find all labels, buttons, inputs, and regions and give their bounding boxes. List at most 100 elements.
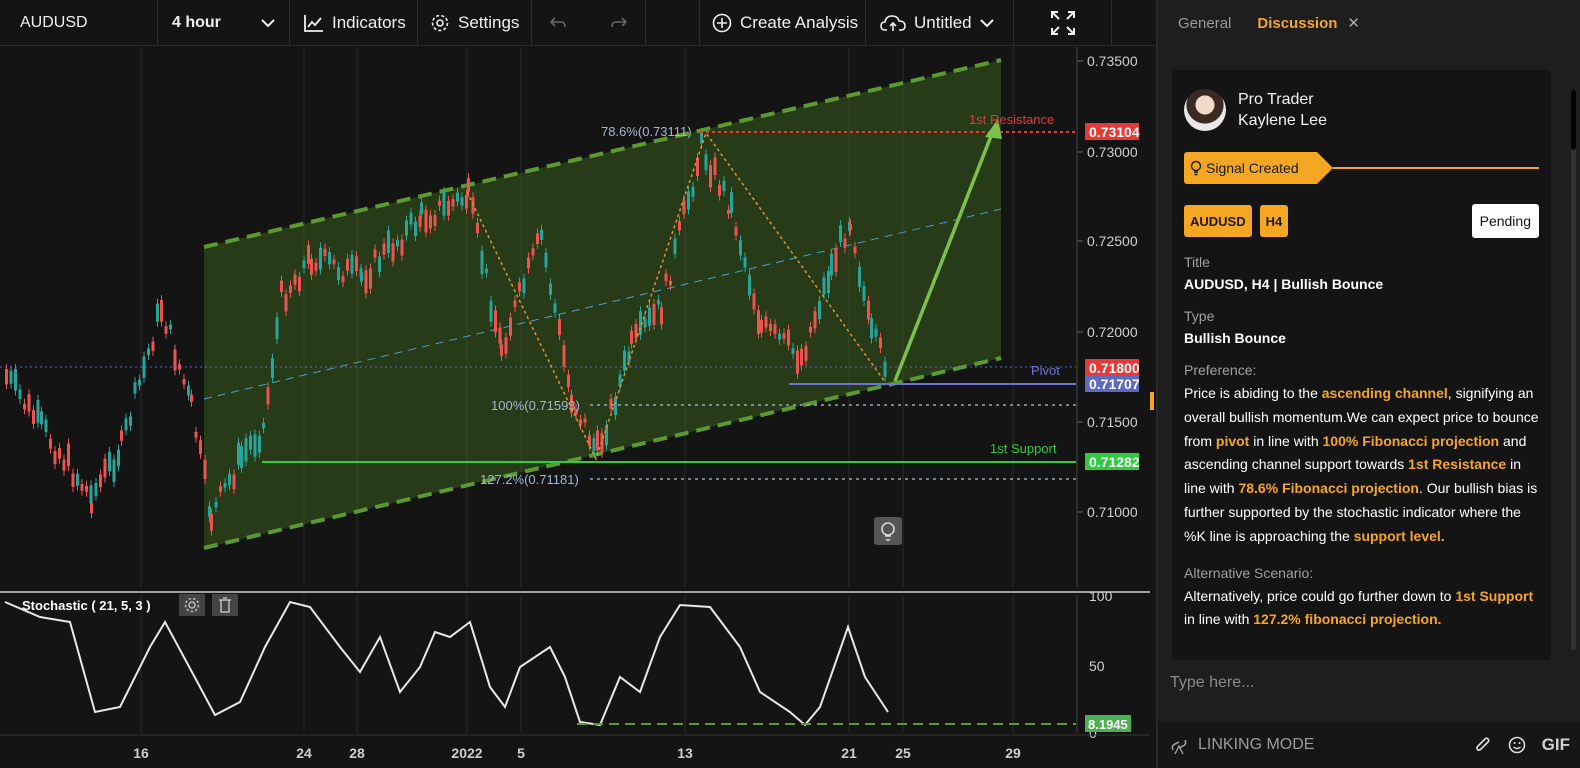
create-analysis-button[interactable]: Create Analysis (700, 0, 866, 46)
candle-body (687, 191, 690, 210)
interval-dropdown[interactable]: 4 hour (158, 0, 290, 46)
app-root: AUDUSD 4 hour Indicators Settings Create… (0, 0, 1580, 768)
paperclip-icon[interactable] (1474, 736, 1492, 754)
candle-body (623, 350, 626, 371)
candle-body (160, 300, 163, 322)
candle-body (228, 473, 231, 486)
signal-row: Signal Created (1184, 148, 1539, 188)
candle-body (27, 394, 31, 412)
timeframe-tag: H4 (1259, 205, 1289, 237)
indicators-button[interactable]: Indicators (290, 0, 418, 46)
candle-body (271, 358, 274, 378)
linking-mode-label: LINKING MODE (1198, 736, 1315, 753)
candle-body (346, 258, 349, 271)
undo-icon[interactable] (549, 16, 567, 30)
candle-body (800, 348, 803, 366)
candle-body (424, 209, 428, 233)
candle-body (787, 329, 790, 346)
candle-body (592, 438, 596, 451)
candle-body (682, 200, 686, 215)
time-axis-tick: 25 (895, 745, 911, 761)
tab-discussion[interactable]: Discussion ✕ (1257, 14, 1360, 32)
candle-body (284, 294, 288, 312)
fullscreen-button[interactable] (1014, 0, 1112, 46)
price-axis-tick: 0.73500 (1087, 53, 1138, 69)
candle-body (302, 260, 306, 269)
emoji-icon[interactable] (1508, 736, 1526, 754)
candle-body (791, 348, 795, 354)
candle-body (804, 346, 808, 361)
candle-body (85, 485, 88, 492)
candle-body (120, 430, 123, 441)
candle-body (280, 280, 283, 292)
plus-circle-icon (712, 13, 732, 32)
candle-body (99, 474, 102, 488)
candle-body (124, 418, 128, 431)
author-block: Pro Trader Kaylene Lee (1184, 80, 1539, 140)
candle-body (133, 382, 137, 394)
price-axis-tick: 0.72000 (1087, 324, 1138, 340)
panel-scrollbar[interactable] (1571, 90, 1576, 650)
price-chart[interactable]: 78.6%(0.73111) 100%(0.71593) 127.2%(0.71… (0, 47, 1156, 768)
candle-body (782, 333, 786, 339)
candle-body (476, 222, 479, 234)
candle-body (323, 248, 327, 257)
candle-body (337, 267, 340, 281)
close-icon[interactable]: ✕ (1347, 15, 1360, 32)
tab-general[interactable]: General (1178, 15, 1231, 32)
candle-body (44, 419, 48, 433)
save-dropdown[interactable]: Untitled (866, 0, 1014, 46)
candle-body (834, 248, 838, 272)
trash-icon[interactable] (212, 594, 238, 616)
candle-body (567, 374, 570, 388)
fib-786-label: 78.6%(0.73111) (601, 124, 692, 139)
fullscreen-icon (1050, 10, 1075, 35)
candle-body (489, 300, 493, 322)
candle-body (194, 431, 198, 438)
candle-body (169, 324, 172, 330)
settings-button[interactable]: Settings (418, 0, 532, 46)
linking-mode-toggle[interactable]: LINKING MODE (1170, 735, 1314, 755)
composer-actions: GIF (1474, 735, 1570, 755)
candle-body (210, 513, 213, 531)
candle-body (843, 238, 847, 248)
candle-body (293, 274, 297, 285)
candle-body (32, 410, 35, 424)
save-name-label: Untitled (914, 12, 972, 32)
time-axis-tick: 28 (349, 745, 365, 761)
candle-body (23, 403, 26, 410)
gear-icon[interactable] (179, 594, 205, 616)
discussion-panel: General Discussion ✕ Pro Trader Kaylene L… (1156, 0, 1580, 768)
candle-body (773, 324, 777, 334)
panel-resize-handle[interactable] (1150, 392, 1154, 410)
candle-body (360, 272, 363, 282)
candle-body (58, 448, 61, 459)
gif-button[interactable]: GIF (1542, 735, 1570, 755)
symbol-label: AUDUSD (20, 13, 88, 31)
panel-scrollbar-thumb[interactable] (1571, 90, 1576, 150)
candle-body (223, 483, 227, 488)
candle-body (190, 394, 193, 402)
candle-body (373, 249, 377, 258)
candle-body (67, 443, 70, 466)
candle-body (748, 274, 751, 296)
candle-body (378, 256, 381, 273)
candle-body (827, 270, 830, 294)
lightbulb-icon[interactable] (874, 517, 902, 545)
candle-body (862, 286, 866, 301)
redo-icon[interactable] (610, 16, 628, 30)
candle-body (129, 416, 132, 426)
chart-area[interactable]: 78.6%(0.73111) 100%(0.71593) 127.2%(0.71… (0, 47, 1156, 768)
candle-body (182, 379, 186, 385)
candle-body (540, 229, 543, 241)
symbol-selector[interactable]: AUDUSD (0, 0, 158, 46)
candle-body (480, 250, 484, 275)
fib-1272-label: 127.2%(0.71181) (480, 472, 579, 487)
candle-body (355, 256, 358, 272)
candle-body (883, 361, 887, 377)
candle-body (713, 157, 717, 175)
message-input[interactable]: Type here... (1158, 662, 1580, 722)
time-axis-tick: 13 (677, 745, 693, 761)
candle-body (108, 451, 111, 472)
price-axis-tick: 0.73000 (1087, 144, 1138, 160)
